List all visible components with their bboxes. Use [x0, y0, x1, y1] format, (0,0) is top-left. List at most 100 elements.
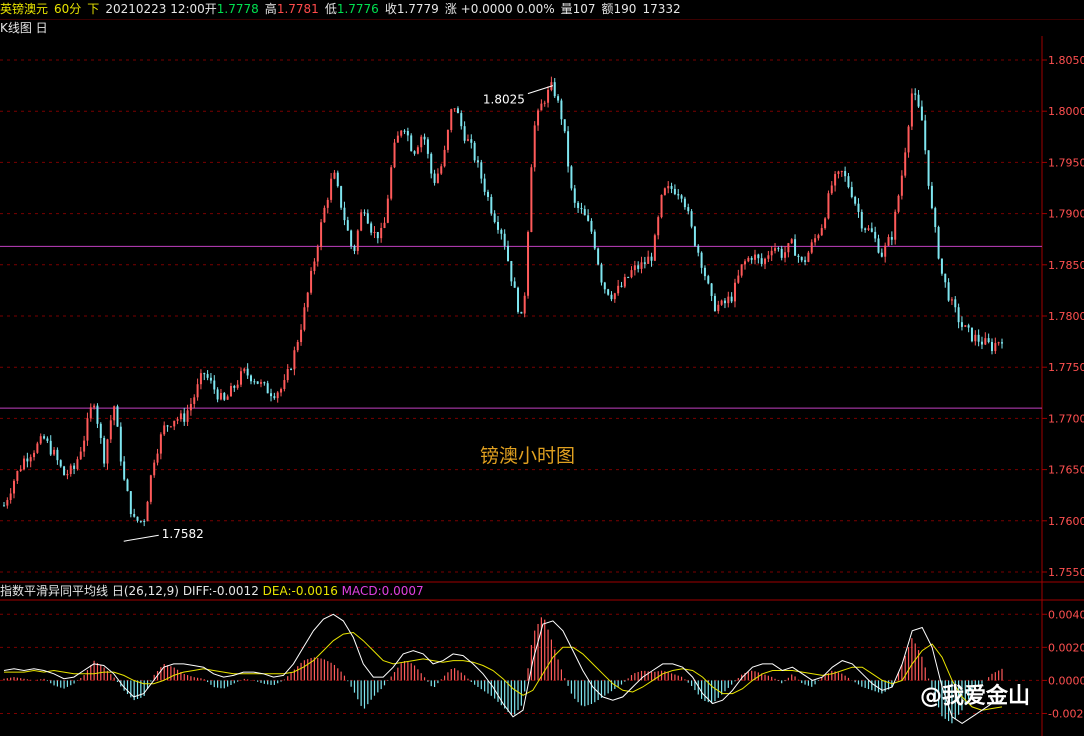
candle-body	[96, 405, 99, 424]
candle-body	[673, 188, 676, 195]
candle-body	[707, 276, 710, 284]
candle-body	[43, 436, 46, 439]
candle-body	[56, 449, 59, 461]
candle-body	[453, 108, 456, 110]
candle-body	[934, 208, 937, 228]
candle-body	[370, 223, 373, 233]
candle-body	[13, 480, 16, 494]
candle-body	[260, 382, 263, 384]
candle-body	[543, 102, 546, 104]
candle-body	[290, 369, 293, 371]
candle-body	[597, 248, 600, 265]
candle-body	[203, 373, 206, 375]
candle-body	[717, 304, 720, 312]
candle-body	[537, 110, 540, 126]
candle-body	[249, 375, 252, 382]
candle-body	[850, 187, 853, 197]
candle-body	[567, 131, 570, 167]
candle-body	[116, 406, 119, 427]
candle-body	[423, 136, 426, 140]
candle-body	[393, 142, 396, 168]
candle-body	[777, 248, 780, 250]
candle-body	[757, 254, 760, 259]
candle-body	[703, 267, 706, 277]
candle-body	[747, 257, 750, 262]
candle-body	[980, 341, 983, 345]
candle-body	[173, 420, 176, 427]
candle-body	[657, 217, 660, 236]
candle-body	[353, 246, 356, 251]
candle-body	[493, 213, 496, 222]
candle-body	[764, 258, 767, 264]
candle-body	[466, 139, 469, 141]
candle-body	[964, 325, 967, 327]
candle-body	[847, 176, 850, 188]
candle-body	[146, 501, 149, 522]
candle-body	[396, 135, 399, 143]
candle-body	[29, 457, 32, 462]
price-tick-label: 1.7950	[1048, 156, 1084, 169]
candle-body	[496, 221, 499, 230]
candle-body	[380, 227, 383, 239]
candle-body	[733, 282, 736, 302]
candle-body	[917, 94, 920, 107]
candle-body	[513, 281, 516, 288]
candle-body	[263, 382, 266, 384]
macd-tick-label: 0.0040	[1048, 608, 1084, 621]
candle-body	[633, 265, 636, 271]
macd-macd-value: MACD:0.0007	[341, 584, 424, 598]
candle-body	[350, 230, 353, 247]
candle-body	[303, 307, 306, 330]
candle-body	[864, 228, 867, 230]
candle-body	[286, 369, 289, 381]
candle-body	[143, 520, 146, 522]
candle-body	[944, 273, 947, 283]
candle-body	[336, 172, 339, 187]
candle-body	[226, 396, 229, 400]
candle-body	[373, 231, 376, 233]
diff-line	[3, 613, 1003, 724]
candle-body	[960, 322, 963, 327]
macd-tick-label: -0.0020	[1048, 707, 1084, 720]
candle-body	[840, 171, 843, 173]
candle-body	[280, 389, 283, 393]
candle-body	[216, 389, 219, 400]
candle-body	[563, 119, 566, 132]
candle-body	[603, 282, 606, 290]
candle-body	[557, 96, 560, 101]
candle-body	[363, 212, 366, 214]
candle-body	[66, 473, 69, 476]
candle-body	[754, 254, 757, 260]
candle-body	[997, 342, 1000, 344]
price-tick-label: 1.7650	[1048, 464, 1084, 477]
candle-body	[460, 113, 463, 127]
candle-body	[323, 207, 326, 223]
candle-body	[113, 406, 116, 421]
candle-body	[804, 260, 807, 262]
candle-body	[46, 438, 49, 441]
macd-diff-value: DIFF:-0.0012	[182, 584, 259, 598]
candle-body	[660, 194, 663, 218]
candle-body	[330, 178, 333, 200]
candle-body	[463, 126, 466, 141]
candle-body	[126, 479, 129, 492]
candle-body	[189, 403, 192, 411]
price-tick-label: 1.7900	[1048, 208, 1084, 221]
price-tick-label: 1.7600	[1048, 515, 1084, 528]
candle-body	[266, 383, 269, 394]
candle-body	[376, 231, 379, 239]
candle-body	[473, 142, 476, 161]
candle-body	[743, 261, 746, 265]
candle-body	[837, 171, 840, 175]
candle-body	[103, 437, 106, 464]
macd-indicator-name[interactable]: 指数平滑异同平均线 日(26,12,9)	[0, 584, 179, 598]
candle-body	[510, 261, 513, 282]
candle-body	[206, 374, 209, 378]
candle-body	[209, 377, 212, 381]
candle-body	[814, 238, 817, 243]
candle-body	[26, 458, 29, 462]
candle-body	[984, 338, 987, 345]
candle-body	[727, 296, 730, 304]
dea-line	[4, 631, 1003, 711]
candle-body	[867, 228, 870, 230]
